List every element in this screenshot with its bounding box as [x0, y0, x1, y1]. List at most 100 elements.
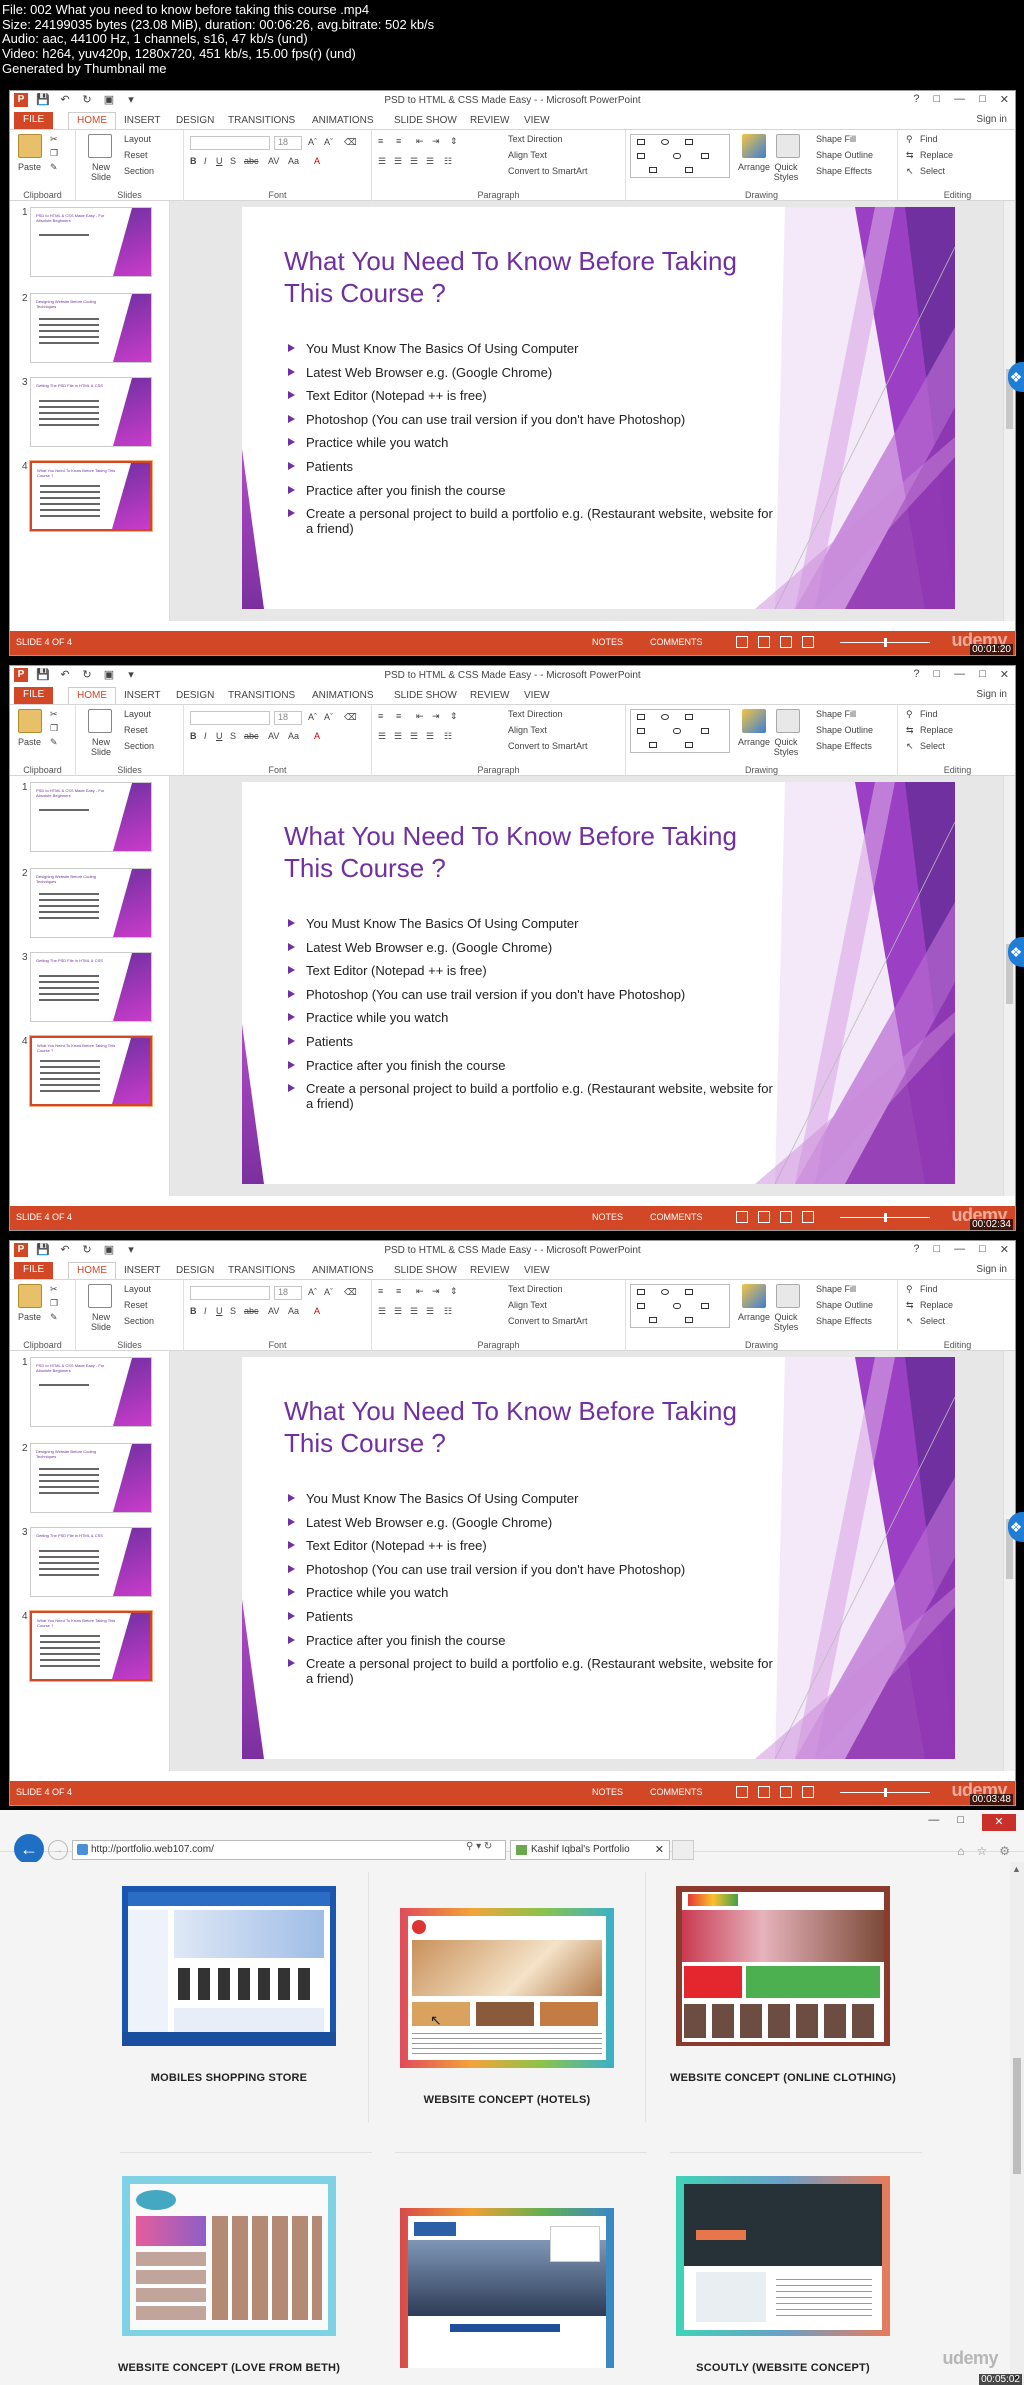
bold-icon[interactable]: B [190, 1306, 197, 1316]
zoom-slider-thumb[interactable] [884, 1788, 887, 1797]
layout-button[interactable]: Layout [124, 134, 151, 144]
change-case-icon[interactable]: Aa [288, 156, 299, 166]
scroll-thumb[interactable] [1013, 2058, 1021, 2174]
line-spacing-icon[interactable]: ⇕ [450, 1286, 458, 1297]
font-color-icon[interactable]: A [314, 156, 320, 166]
tab-view[interactable]: VIEW [524, 113, 550, 129]
tab-file[interactable]: FILE [14, 687, 54, 704]
format-painter-icon[interactable]: ✎ [50, 162, 58, 173]
slide[interactable]: What You Need To Know Before Taking This… [242, 782, 955, 1184]
tab-design[interactable]: DESIGN [176, 688, 214, 704]
quick-styles-button[interactable]: Quick Styles [770, 1312, 802, 1332]
slide-title[interactable]: What You Need To Know Before Taking This… [284, 1395, 784, 1459]
copy-icon[interactable]: ❐ [50, 1298, 58, 1309]
columns-icon[interactable]: ☷ [444, 156, 452, 167]
font-size-input[interactable]: 18 [274, 711, 302, 725]
slide-thumbnail-2[interactable]: Designing Website Before Coding Techniqu… [30, 293, 152, 363]
slide-sorter-view-icon[interactable] [758, 636, 770, 648]
arrange-button[interactable]: Arrange [738, 162, 770, 172]
font-name-input[interactable] [190, 1286, 270, 1300]
tab-animations[interactable]: ANIMATIONS [312, 1263, 373, 1279]
slide-thumbnail-2[interactable]: Designing Website Before Coding Techniqu… [30, 868, 152, 938]
layout-button[interactable]: Layout [124, 1284, 151, 1294]
shape-fill-button[interactable]: Shape Fill [816, 1284, 856, 1294]
convert-smartart-button[interactable]: Convert to SmartArt [508, 166, 588, 176]
shape-effects-button[interactable]: Shape Effects [816, 741, 872, 751]
justify-icon[interactable]: ☰ [426, 731, 434, 742]
find-icon[interactable]: ⚲ [906, 134, 913, 145]
justify-icon[interactable]: ☰ [426, 156, 434, 167]
bold-icon[interactable]: B [190, 156, 197, 166]
page-scrollbar[interactable]: ▲ ▼ [1010, 1862, 1024, 2385]
find-button[interactable]: Find [920, 709, 938, 719]
shapes-gallery[interactable] [630, 134, 730, 178]
sign-in-link[interactable]: Sign in [976, 114, 1007, 125]
normal-view-icon[interactable] [736, 1786, 748, 1798]
tab-transitions[interactable]: TRANSITIONS [228, 1263, 295, 1279]
line-spacing-icon[interactable]: ⇕ [450, 136, 458, 147]
shape-fill-button[interactable]: Shape Fill [816, 134, 856, 144]
tab-design[interactable]: DESIGN [176, 1263, 214, 1279]
tab-home[interactable]: HOME [68, 687, 116, 704]
select-icon[interactable]: ↖ [906, 1316, 914, 1327]
shape-outline-button[interactable]: Shape Outline [816, 725, 873, 735]
decrease-indent-icon[interactable]: ⇤ [416, 136, 424, 147]
favorites-star-icon[interactable]: ☆ [976, 1844, 987, 1858]
slide-scrollbar[interactable] [1003, 776, 1015, 1196]
new-slide-button[interactable]: New Slide [82, 1312, 120, 1332]
convert-smartart-button[interactable]: Convert to SmartArt [508, 741, 588, 751]
slide-scrollbar[interactable] [1003, 1351, 1015, 1771]
paste-button[interactable]: Paste [18, 162, 41, 172]
section-button[interactable]: Section [124, 1316, 154, 1326]
help-icon[interactable]: ? [913, 668, 919, 681]
zoom-slider-thumb[interactable] [884, 638, 887, 647]
numbering-icon[interactable]: ≡ [396, 136, 401, 146]
new-slide-icon[interactable] [88, 1284, 112, 1308]
settings-gear-icon[interactable]: ⚙ [999, 1844, 1010, 1858]
align-left-icon[interactable]: ☰ [378, 156, 386, 167]
replace-button[interactable]: Replace [920, 725, 953, 735]
columns-icon[interactable]: ☷ [444, 1306, 452, 1317]
slide[interactable]: What You Need To Know Before Taking This… [242, 207, 955, 609]
decrease-indent-icon[interactable]: ⇤ [416, 711, 424, 722]
tab-slide-show[interactable]: SLIDE SHOW [394, 1263, 457, 1279]
ribbon-display-icon[interactable]: □ [933, 1243, 940, 1256]
change-case-icon[interactable]: Aa [288, 731, 299, 741]
select-button[interactable]: Select [920, 1316, 945, 1326]
forward-button[interactable]: → [48, 1840, 68, 1860]
reset-button[interactable]: Reset [124, 1300, 148, 1310]
reading-view-icon[interactable] [780, 636, 792, 648]
quick-styles-button[interactable]: Quick Styles [770, 737, 802, 757]
card-thumbnail[interactable] [122, 1886, 336, 2046]
convert-smartart-button[interactable]: Convert to SmartArt [508, 1316, 588, 1326]
tab-animations[interactable]: ANIMATIONS [312, 688, 373, 704]
quick-styles-button[interactable]: Quick Styles [770, 162, 802, 182]
dropdown-icon[interactable]: ▾ [476, 1841, 481, 1852]
paste-button[interactable]: Paste [18, 1312, 41, 1322]
char-spacing-icon[interactable]: AV [268, 156, 279, 166]
reset-button[interactable]: Reset [124, 150, 148, 160]
maximize-icon[interactable]: □ [957, 1814, 964, 1831]
shrink-font-icon[interactable]: Aˇ [324, 712, 333, 722]
tab-review[interactable]: REVIEW [470, 113, 509, 129]
replace-icon[interactable]: ⇆ [906, 1300, 914, 1311]
arrange-icon[interactable] [742, 134, 766, 158]
quick-styles-icon[interactable] [776, 1284, 800, 1308]
replace-button[interactable]: Replace [920, 1300, 953, 1310]
line-spacing-icon[interactable]: ⇕ [450, 711, 458, 722]
shape-fill-button[interactable]: Shape Fill [816, 709, 856, 719]
shadow-icon[interactable]: S [230, 1306, 236, 1316]
find-button[interactable]: Find [920, 134, 938, 144]
slide-title[interactable]: What You Need To Know Before Taking This… [284, 245, 784, 309]
new-slide-button[interactable]: New Slide [82, 737, 120, 757]
shape-outline-button[interactable]: Shape Outline [816, 1300, 873, 1310]
align-center-icon[interactable]: ☰ [394, 1306, 402, 1317]
card-thumbnail[interactable] [400, 1908, 614, 2068]
home-icon[interactable]: ⌂ [957, 1844, 964, 1858]
minimize-icon[interactable]: — [954, 668, 965, 681]
tab-file[interactable]: FILE [14, 1262, 54, 1279]
replace-button[interactable]: Replace [920, 150, 953, 160]
align-text-button[interactable]: Align Text [508, 725, 547, 735]
new-slide-icon[interactable] [88, 134, 112, 158]
slide-thumbnail-3[interactable]: Getting The PSD File in HTML & CSS [30, 952, 152, 1022]
